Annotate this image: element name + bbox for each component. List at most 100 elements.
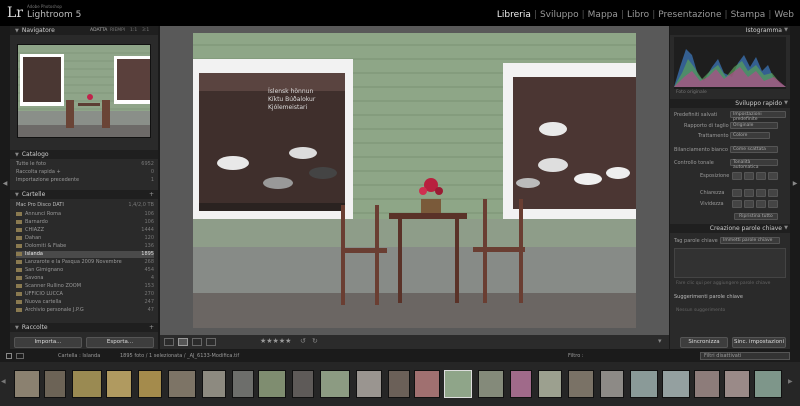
source-label[interactable]: Cartella : Islanda	[58, 350, 100, 362]
filmstrip-thumb[interactable]	[356, 370, 382, 398]
clarity-decrease[interactable]	[744, 189, 754, 197]
filmstrip-thumb[interactable]	[292, 370, 314, 398]
export-button[interactable]: Esporta...	[86, 337, 154, 348]
rating-stars[interactable]: ★★★★★	[260, 337, 291, 345]
rotate-right-icon[interactable]: ↻	[312, 337, 318, 345]
navigator-header[interactable]: ▼ Navigatore ADATTA RIEMPI 1:1 3:1	[10, 26, 158, 35]
quick-develop-header[interactable]: Sviluppo rapido ▼	[670, 99, 790, 108]
keywording-header[interactable]: Creazione parole chiave ▼	[670, 224, 790, 233]
folder-item[interactable]: Savona 4	[16, 275, 154, 282]
folder-item[interactable]: Scanner Rullino ZOOM 153	[16, 283, 154, 290]
crop-select[interactable]: Originale	[730, 122, 778, 129]
filmstrip-thumb[interactable]	[630, 370, 658, 398]
second-window-icon[interactable]	[16, 353, 24, 359]
toolbar-menu-icon[interactable]: ▾	[658, 337, 662, 345]
exposure-increase[interactable]	[756, 172, 766, 180]
filmstrip-thumb[interactable]	[568, 370, 594, 398]
zoom-1-1[interactable]: 1:1	[130, 26, 137, 35]
collections-header[interactable]: ▼ Raccolte +	[10, 323, 158, 332]
filmstrip-thumb[interactable]	[662, 370, 690, 398]
filmstrip-thumb[interactable]	[72, 370, 102, 398]
catalog-item[interactable]: Importazione precedente 1	[16, 177, 154, 184]
rotate-left-icon[interactable]: ↺	[300, 337, 306, 345]
module-mappa[interactable]: Mappa	[588, 10, 618, 20]
filmstrip-thumb[interactable]	[138, 370, 162, 398]
navigator-preview[interactable]	[17, 44, 151, 138]
left-panel-toggle-icon[interactable]: ◀	[1, 180, 9, 187]
filmstrip-thumb[interactable]	[538, 370, 562, 398]
folder-item[interactable]: Lanzarote e la Pasqua 2009 Novembre 268	[16, 259, 154, 266]
exposure-decrease-more[interactable]	[732, 172, 742, 180]
filmstrip-thumb[interactable]	[202, 370, 226, 398]
folder-item-selected[interactable]: Islanda 1895	[16, 251, 154, 258]
histogram-header[interactable]: Istogramma ▼	[670, 26, 790, 35]
clarity-increase[interactable]	[756, 189, 766, 197]
filmstrip-thumb[interactable]	[600, 370, 624, 398]
folder-item[interactable]: Archivio personale J.P.G 47	[16, 307, 154, 314]
zoom-3-1[interactable]: 3:1	[142, 26, 149, 35]
survey-view-icon[interactable]	[206, 338, 216, 346]
zoom-riempi[interactable]: RIEMPI	[110, 26, 125, 35]
loupe-view-icon[interactable]	[178, 338, 188, 346]
module-sviluppo[interactable]: Sviluppo	[540, 10, 579, 20]
treatment-select[interactable]: Colore	[730, 132, 770, 139]
filmstrip-thumb[interactable]	[510, 370, 532, 398]
clarity-decrease-more[interactable]	[732, 189, 742, 197]
folder-item[interactable]: Barnardo 106	[16, 219, 154, 226]
filmstrip-thumb[interactable]	[754, 370, 782, 398]
module-libro[interactable]: Libro	[627, 10, 649, 20]
sync-settings-button[interactable]: Sinc. impostazioni	[732, 337, 786, 348]
keyword-tags-select[interactable]: Immetti parole chiave	[720, 237, 780, 244]
catalog-item[interactable]: Tutte le foto 6952	[16, 161, 154, 168]
catalog-header[interactable]: ▼ Catalogo	[10, 150, 158, 159]
module-libreria[interactable]: Libreria	[497, 10, 531, 20]
filmstrip-thumb[interactable]	[258, 370, 286, 398]
filmstrip-thumb[interactable]	[724, 370, 750, 398]
grid-view-icon[interactable]	[164, 338, 174, 346]
vibrance-increase[interactable]	[756, 200, 766, 208]
exposure-increase-more[interactable]	[768, 172, 778, 180]
filmstrip-thumb[interactable]	[168, 370, 196, 398]
filmstrip-thumb[interactable]	[694, 370, 720, 398]
keyword-text-area[interactable]	[674, 248, 786, 278]
filmstrip-scroll-left-icon[interactable]: ◀	[1, 378, 6, 385]
drive-row[interactable]: Mac Pro Disco DATI 1,4/2,0 TB	[16, 202, 154, 209]
folder-item[interactable]: UFFICIO LUCCA 270	[16, 291, 154, 298]
module-stampa[interactable]: Stampa	[731, 10, 766, 20]
import-button[interactable]: Importa...	[14, 337, 82, 348]
filmstrip-thumb[interactable]	[232, 370, 254, 398]
folders-header[interactable]: ▼ Cartelle +	[10, 190, 158, 199]
main-window-icon[interactable]	[6, 353, 12, 359]
module-web[interactable]: Web	[774, 10, 794, 20]
keyword-input[interactable]: Fare clic qui per aggiungere parole chia…	[676, 281, 788, 288]
filmstrip-thumb[interactable]	[44, 370, 66, 398]
folder-item[interactable]: Dolomiti & Fiabe 136	[16, 243, 154, 250]
white-balance-select[interactable]: Come scattata	[730, 146, 778, 153]
main-photo[interactable]: Íslensk hönnun Kíktu Búðalokur Kjólemeis…	[193, 33, 636, 328]
auto-tone-button[interactable]: Tonalità automatica	[730, 159, 778, 170]
filmstrip-thumb[interactable]	[388, 370, 410, 398]
saved-preset-select[interactable]: Impostazioni predefinite	[730, 111, 786, 122]
folder-item[interactable]: San Gimignano 454	[16, 267, 154, 274]
compare-view-icon[interactable]	[192, 338, 202, 346]
filmstrip-thumb[interactable]	[320, 370, 350, 398]
exposure-decrease[interactable]	[744, 172, 754, 180]
filmstrip-thumb[interactable]	[414, 370, 440, 398]
folder-item[interactable]: CHIAZZ 1444	[16, 227, 154, 234]
folder-item[interactable]: Annunci Roma 106	[16, 211, 154, 218]
filter-select[interactable]: Filtri disattivati	[700, 352, 790, 360]
module-presentazione[interactable]: Presentazione	[658, 10, 721, 20]
filmstrip-thumb-selected[interactable]	[444, 370, 472, 398]
vibrance-increase-more[interactable]	[768, 200, 778, 208]
filmstrip-thumb[interactable]	[478, 370, 504, 398]
filmstrip-thumb[interactable]	[106, 370, 132, 398]
zoom-adatta[interactable]: ADATTA	[90, 26, 107, 35]
vibrance-decrease[interactable]	[744, 200, 754, 208]
filmstrip-scroll-right-icon[interactable]: ▶	[788, 378, 793, 385]
sync-button[interactable]: Sincronizza	[680, 337, 728, 348]
reset-all-button[interactable]: Ripristina tutto	[734, 213, 778, 220]
folder-item[interactable]: Dahan 120	[16, 235, 154, 242]
right-panel-toggle-icon[interactable]: ▶	[791, 180, 799, 187]
clarity-increase-more[interactable]	[768, 189, 778, 197]
filmstrip-thumb[interactable]	[14, 370, 40, 398]
